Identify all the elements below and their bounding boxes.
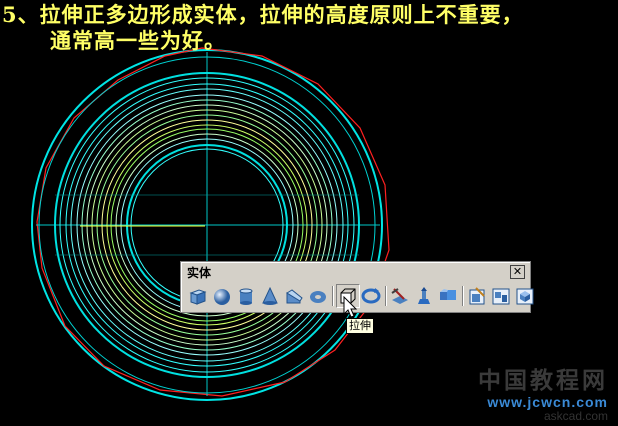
extrude-tooltip: 拉伸 bbox=[346, 318, 374, 334]
toolbar-separator bbox=[385, 286, 386, 306]
instruction-text: 5、拉伸正多边形成实体，拉伸的高度原则上不重要， 通常高一些为好。 bbox=[2, 2, 616, 54]
toolbar-separator bbox=[332, 286, 333, 306]
revolve-icon bbox=[361, 288, 381, 304]
setup-view-button[interactable] bbox=[490, 285, 512, 307]
setup-profile-icon bbox=[516, 288, 534, 305]
sphere-icon bbox=[214, 289, 230, 305]
setup-drawing-icon bbox=[469, 287, 485, 305]
cad-drawing-canvas[interactable] bbox=[0, 0, 618, 426]
box-icon bbox=[189, 289, 207, 305]
site-watermark: 中国教程网 www.jcwcn.com askcad.com bbox=[478, 367, 608, 423]
watermark-ask: askcad.com bbox=[543, 409, 608, 423]
torus-button[interactable] bbox=[307, 285, 329, 307]
toolbar-titlebar[interactable]: 实体 ✕ bbox=[184, 264, 527, 280]
close-button[interactable]: ✕ bbox=[510, 265, 525, 279]
cone-button[interactable] bbox=[259, 285, 281, 307]
section-button[interactable] bbox=[413, 285, 435, 307]
section-icon bbox=[418, 287, 430, 304]
mouse-cursor-icon bbox=[343, 296, 358, 318]
setup-profile-button[interactable] bbox=[514, 285, 536, 307]
watermark-site-name: 中国教程网 bbox=[478, 367, 608, 394]
interfere-button[interactable] bbox=[437, 285, 459, 307]
toolbar-title: 实体 bbox=[187, 266, 212, 280]
slice-icon bbox=[391, 288, 408, 304]
interfere-icon bbox=[440, 289, 456, 300]
sphere-button[interactable] bbox=[211, 285, 233, 307]
box-button[interactable] bbox=[187, 285, 209, 307]
cylinder-button[interactable] bbox=[235, 285, 257, 307]
wedge-icon bbox=[286, 289, 303, 304]
revolve-button[interactable] bbox=[360, 285, 382, 307]
setup-view-icon bbox=[492, 288, 510, 305]
instruction-line-2: 通常高一些为好。 bbox=[50, 28, 226, 53]
setup-drawing-button[interactable] bbox=[466, 285, 488, 307]
instruction-line-1: 5、拉伸正多边形成实体，拉伸的高度原则上不重要， bbox=[2, 2, 524, 27]
slice-button[interactable] bbox=[389, 285, 411, 307]
toolbar-separator bbox=[462, 286, 463, 306]
wedge-button[interactable] bbox=[283, 285, 305, 307]
watermark-url: www.jcwcn.com bbox=[487, 394, 608, 410]
cylinder-icon bbox=[239, 288, 253, 305]
cone-icon bbox=[262, 286, 278, 305]
torus-icon bbox=[310, 291, 326, 303]
